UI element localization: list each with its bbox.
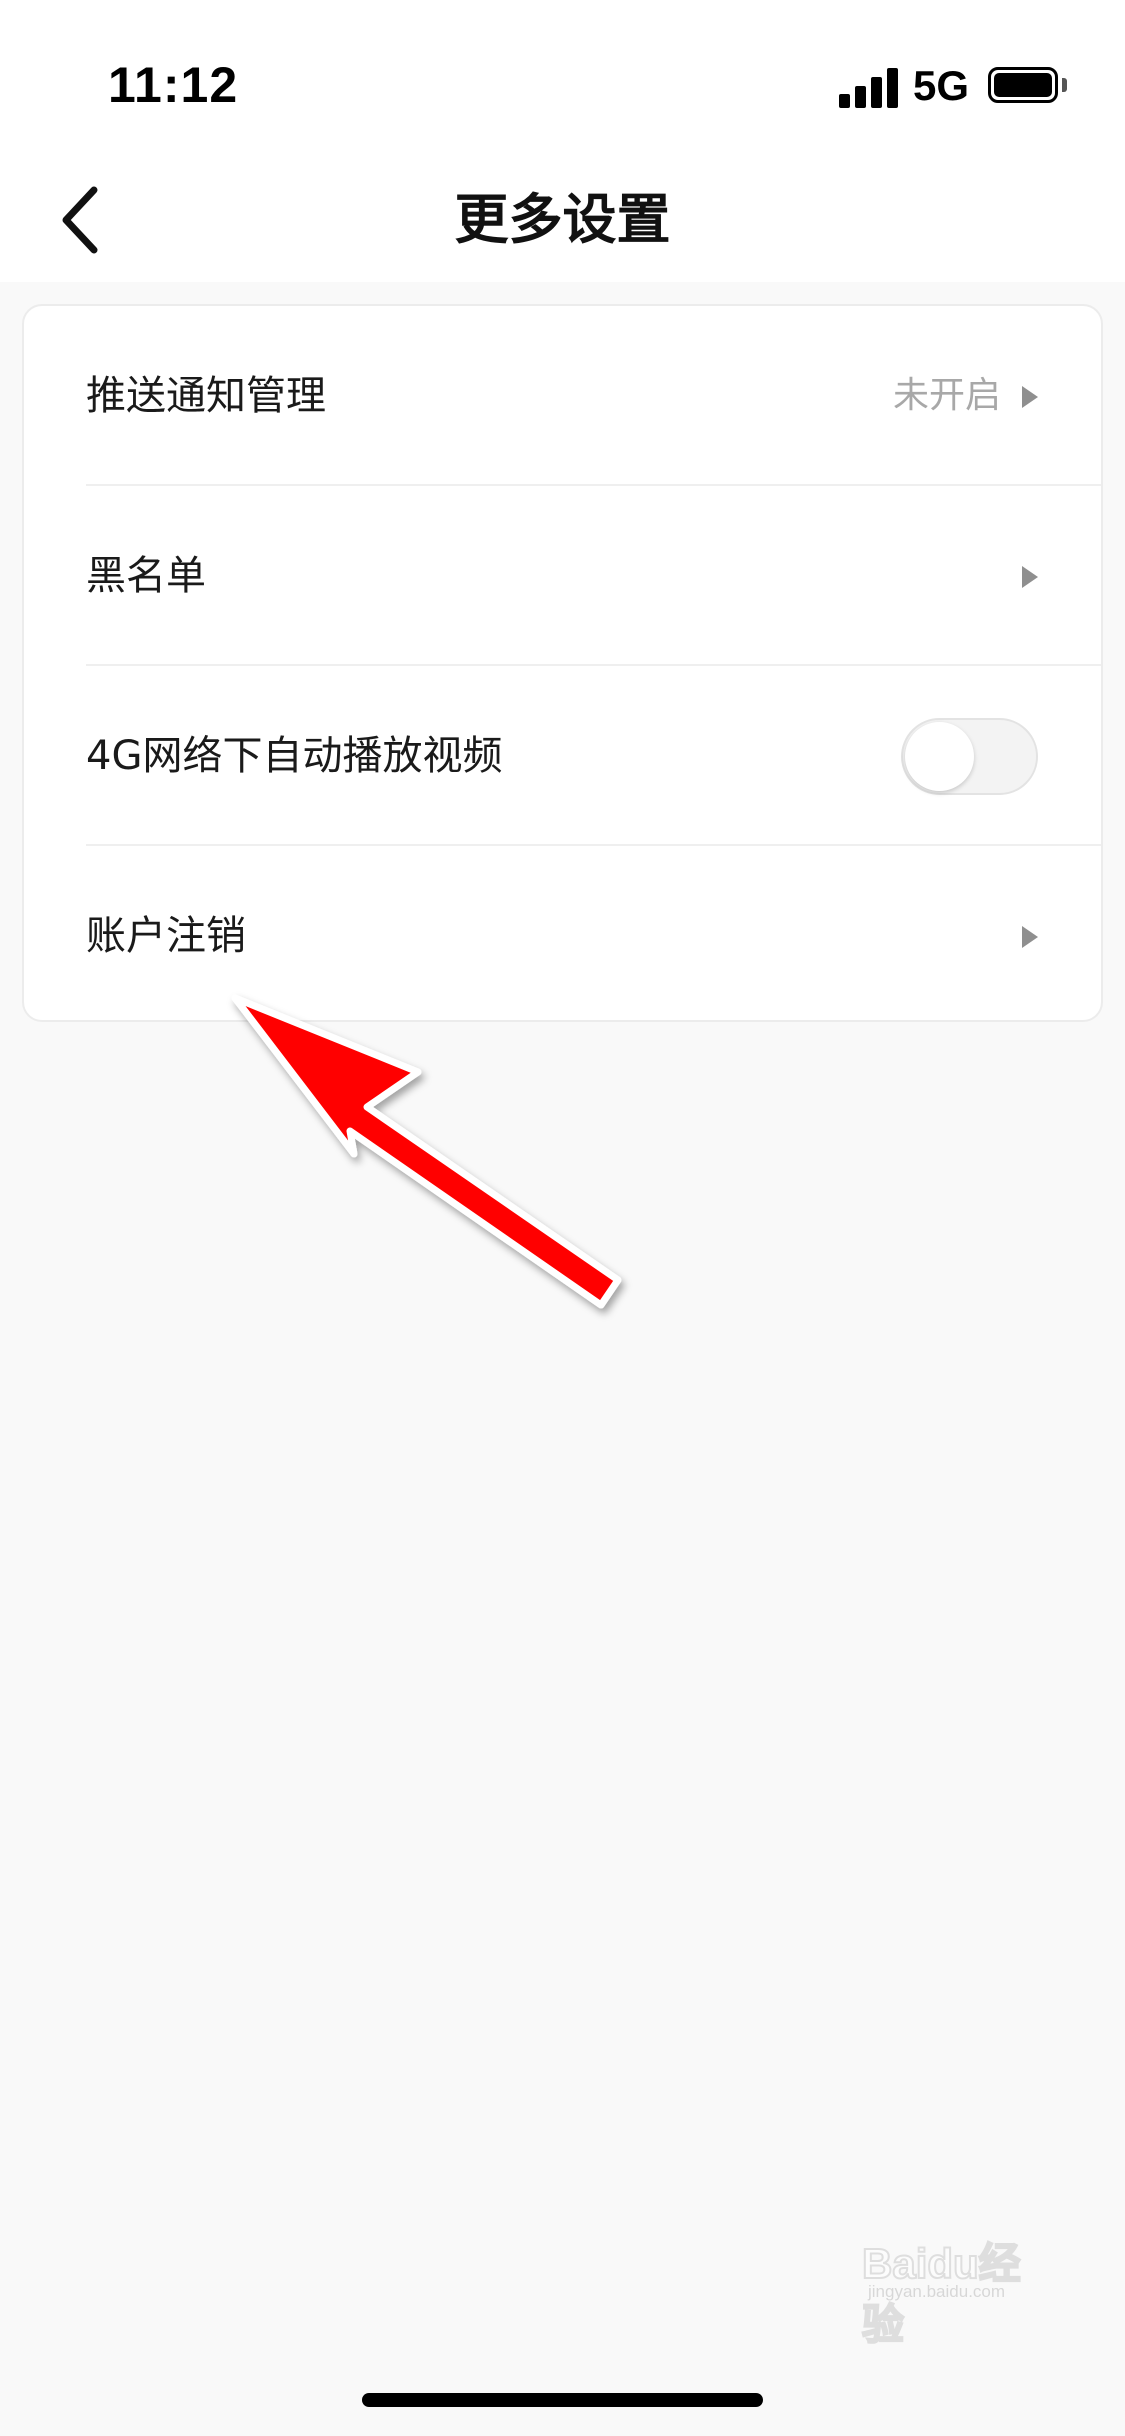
setting-label: 推送通知管理 (86, 373, 326, 419)
network-type: 5G (913, 62, 970, 109)
status-time: 11:12 (108, 57, 239, 113)
setting-row-delete-account[interactable]: 账户注销 (24, 846, 1101, 1020)
setting-row-push-notifications[interactable]: 推送通知管理 未开启 (24, 306, 1101, 486)
settings-list: 推送通知管理 未开启 黑名单 4G网络下自动播放视频 账户注销 (22, 304, 1103, 1022)
setting-label: 账户注销 (86, 913, 246, 959)
watermark-logo: Baidu经验 jingyan.baidu.com (861, 2230, 1062, 2349)
setting-label: 黑名单 (86, 553, 206, 599)
chevron-right-icon (1022, 566, 1038, 588)
chevron-right-icon (1022, 926, 1038, 948)
watermark-url: jingyan.baidu.com (868, 2282, 1006, 2301)
toggle-knob (905, 722, 974, 791)
signal-icon (839, 66, 899, 108)
setting-row-blacklist[interactable]: 黑名单 (24, 486, 1101, 666)
setting-label: 4G网络下自动播放视频 (86, 733, 503, 779)
setting-value: 未开启 (892, 375, 1001, 416)
battery-icon (988, 67, 1058, 103)
battery-tip (1062, 78, 1067, 92)
page-title: 更多设置 (454, 188, 671, 251)
autoplay-toggle[interactable] (901, 718, 1038, 795)
nav-bar: 更多设置 (0, 150, 1125, 282)
setting-row-autoplay-4g: 4G网络下自动播放视频 (24, 666, 1101, 846)
chevron-right-icon (1022, 386, 1038, 408)
home-indicator[interactable] (362, 2393, 763, 2407)
